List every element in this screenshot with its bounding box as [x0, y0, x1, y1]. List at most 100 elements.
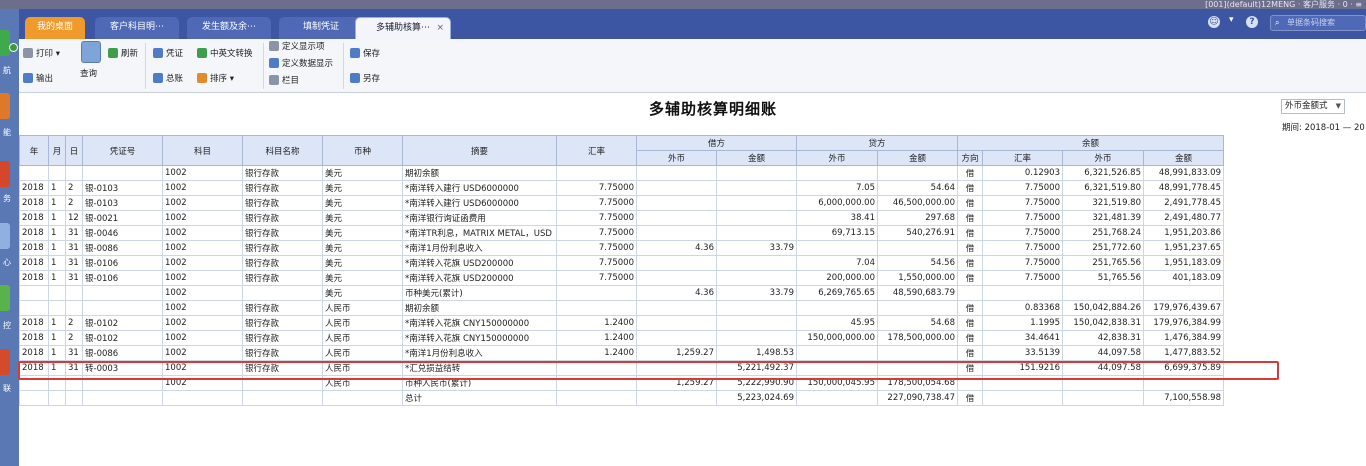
- cell-balance-rate: 0.83368: [982, 300, 1063, 316]
- cell-balance-rate: 1.1995: [982, 315, 1063, 331]
- table-row[interactable]: 2018 1 31 银-0046 1002 银行存款 美元 *南洋TR利息，MATRIX ME…: [19, 225, 1224, 241]
- cell-summary: *南洋银行询证函费用: [402, 210, 557, 226]
- query-icon[interactable]: [81, 41, 101, 63]
- table-row[interactable]: 2018 1 2 银-0103 1002 银行存款 美元 *南洋转入建行 USD6000000…: [19, 180, 1224, 196]
- save-as-button[interactable]: 另存: [350, 73, 380, 85]
- cell-balance-rate: 7.75000: [982, 210, 1063, 226]
- nav-rail-button-5[interactable]: [0, 285, 10, 311]
- cell-balance-rate: 7.75000: [982, 255, 1063, 271]
- query-button[interactable]: 查询: [80, 68, 97, 80]
- cell-balance-rate: 7.75000: [982, 270, 1063, 286]
- cell-day: [65, 285, 83, 301]
- cell-year: [19, 285, 49, 301]
- table-row[interactable]: 1002 银行存款 美元 期初余额 借 0.12903 6,321,526.85 48,991…: [19, 165, 1224, 181]
- cell-month: 1: [48, 315, 66, 331]
- cell-debit-amount: [716, 330, 797, 346]
- help-icon[interactable]: ?: [1246, 16, 1258, 28]
- cell-credit-fc: 6,000,000.00: [796, 195, 878, 211]
- cell-subject-name: 银行存款: [242, 315, 323, 331]
- cell-month: 1: [48, 210, 66, 226]
- cell-debit-fc: 4.36: [636, 240, 717, 256]
- table-row[interactable]: 2018 1 31 银-0086 1002 银行存款 人民币 *南洋1月份利息收入 1.2400…: [19, 345, 1224, 361]
- format-select[interactable]: 外币金额式 ▼: [1281, 99, 1345, 114]
- left-nav-rail: 航 能 务 心 控 联: [0, 9, 19, 466]
- cell-rate: 7.75000: [556, 195, 637, 211]
- table-row[interactable]: 1002 美元 币种美元(累计) 4.36 33.79 6,269,765.65 48,59…: [19, 285, 1224, 301]
- cell-credit-amount: 54.64: [877, 180, 958, 196]
- cell-voucher: 银-0086: [82, 240, 163, 256]
- save-label: 保存: [363, 49, 381, 59]
- display-items-icon: [269, 41, 279, 51]
- dropdown-caret-icon[interactable]: ▾: [1229, 15, 1234, 25]
- cell-voucher: [82, 285, 163, 301]
- query-label: 查询: [80, 69, 98, 79]
- cell-summary: 期初余额: [402, 300, 557, 316]
- define-data-display-button[interactable]: 定义数据显示: [269, 58, 333, 70]
- table-row[interactable]: 2018 1 2 银-0103 1002 银行存款 美元 *南洋转入建行 USD6000000…: [19, 195, 1224, 211]
- cell-debit-fc: [636, 225, 717, 241]
- print-button[interactable]: 打印 ▾: [23, 48, 60, 60]
- cell-month: 1: [48, 330, 66, 346]
- close-icon[interactable]: ×: [436, 18, 444, 38]
- search-input[interactable]: ⌕ 单据条码搜索: [1270, 15, 1366, 31]
- define-display-button[interactable]: 定义显示项: [269, 41, 325, 53]
- voucher-button[interactable]: 凭证: [153, 48, 183, 60]
- cell-balance-rate: [982, 390, 1063, 406]
- cell-month: 1: [48, 180, 66, 196]
- nav-rail-button-1[interactable]: [0, 30, 10, 56]
- translate-button[interactable]: 中英文转换: [197, 48, 253, 60]
- cell-balance-amount: 6,699,375.89: [1143, 360, 1224, 376]
- nav-rail-button-6[interactable]: [0, 349, 10, 375]
- nav-rail-button-4[interactable]: [0, 223, 10, 249]
- tab-customer-subject[interactable]: 客户科目明⋯: [95, 17, 179, 39]
- sort-button[interactable]: 排序 ▾: [197, 73, 234, 85]
- cell-debit-amount: [716, 315, 797, 331]
- cell-rate: [556, 360, 637, 376]
- column-button[interactable]: 栏目: [269, 75, 299, 87]
- table-row[interactable]: 2018 1 31 银-0086 1002 银行存款 美元 *南洋1月份利息收入 7.75000…: [19, 240, 1224, 256]
- col-header-month: 月: [48, 135, 66, 166]
- cell-year: 2018: [19, 225, 49, 241]
- tab-balance[interactable]: 发生额及余⋯: [187, 17, 271, 39]
- table-row[interactable]: 2018 1 12 银-0021 1002 银行存款 美元 *南洋银行询证函费用 7.75000…: [19, 210, 1224, 226]
- table-row[interactable]: 总计 5,223,024.69 227,090,738.47 借 7,100,558.9…: [19, 390, 1224, 406]
- cell-year: [19, 375, 49, 391]
- cell-balance-fc: 251,772.60: [1062, 240, 1144, 256]
- cell-rate: [556, 375, 637, 391]
- save-button[interactable]: 保存: [350, 48, 380, 60]
- table-row[interactable]: 2018 1 31 银-0106 1002 银行存款 美元 *南洋转入花旗 USD200000…: [19, 255, 1224, 271]
- cell-rate: [556, 390, 637, 406]
- table-row[interactable]: 2018 1 31 银-0106 1002 银行存款 美元 *南洋转入花旗 USD200000…: [19, 270, 1224, 286]
- nav-rail-button-3[interactable]: [0, 161, 10, 187]
- table-row[interactable]: 2018 1 2 银-0102 1002 银行存款 人民币 *南洋转入花旗 CNY150000…: [19, 330, 1224, 346]
- cell-credit-amount: 46,500,000.00: [877, 195, 958, 211]
- tab-multi-aux-ledger[interactable]: 多辅助核算⋯ ×: [355, 17, 451, 39]
- table-row[interactable]: 1002 银行存款 人民币 期初余额 借 0.83368 150,042,884.26 179…: [19, 300, 1224, 316]
- ledger-icon: [153, 73, 163, 83]
- refresh-button[interactable]: 刷新: [108, 48, 138, 60]
- cell-credit-amount: [877, 345, 958, 361]
- cell-balance-fc: 321,481.39: [1062, 210, 1144, 226]
- smiley-icon[interactable]: ☺: [1208, 16, 1220, 28]
- tab-my-desktop[interactable]: 我的桌面: [25, 17, 85, 39]
- cell-rate: 7.75000: [556, 210, 637, 226]
- cell-debit-fc: [636, 270, 717, 286]
- cell-balance-fc: 51,765.56: [1062, 270, 1144, 286]
- table-row[interactable]: 2018 1 2 银-0102 1002 银行存款 人民币 *南洋转入花旗 CNY150000…: [19, 315, 1224, 331]
- cell-balance-amount: 48,991,833.09: [1143, 165, 1224, 181]
- cell-voucher: 银-0046: [82, 225, 163, 241]
- tab-fill-voucher[interactable]: 填制凭证: [279, 17, 363, 39]
- table-row[interactable]: 1002 人民币 币种人民币(累计) 1,259.27 5,222,990.90 150,…: [19, 375, 1224, 391]
- cell-year: 2018: [19, 195, 49, 211]
- export-button[interactable]: 输出: [23, 73, 53, 85]
- table-row[interactable]: 2018 1 31 转-0003 1002 银行存款 人民币 *汇兑损益结转 5,221,492…: [19, 360, 1224, 376]
- nav-rail-label-5: 控: [3, 321, 11, 330]
- cell-year: 2018: [19, 210, 49, 226]
- cell-day: [65, 375, 83, 391]
- col-header-balance-rate: 汇率: [982, 150, 1063, 166]
- col-header-currency: 币种: [322, 135, 403, 166]
- cell-month: [48, 300, 66, 316]
- ledger-button[interactable]: 总账: [153, 73, 183, 85]
- col-header-credit: 贷方: [796, 135, 958, 151]
- cell-debit-amount: [716, 210, 797, 226]
